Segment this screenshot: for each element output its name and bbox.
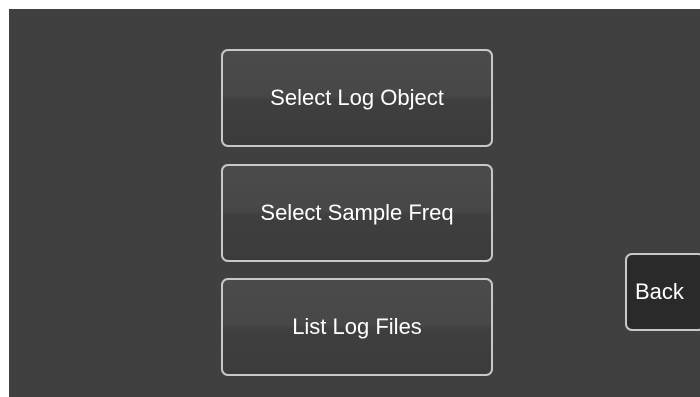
select-sample-freq-button[interactable]: Select Sample Freq — [221, 164, 493, 262]
back-button-label: Back — [635, 279, 684, 304]
back-button[interactable]: Back — [625, 253, 700, 331]
select-log-object-button[interactable]: Select Log Object — [221, 49, 493, 147]
logging-menu-screen: Select Log Object Select Sample Freq Lis… — [9, 9, 700, 397]
list-log-files-label: List Log Files — [292, 314, 422, 339]
list-log-files-button[interactable]: List Log Files — [221, 278, 493, 376]
select-sample-freq-label: Select Sample Freq — [260, 200, 454, 225]
select-log-object-label: Select Log Object — [270, 85, 444, 110]
